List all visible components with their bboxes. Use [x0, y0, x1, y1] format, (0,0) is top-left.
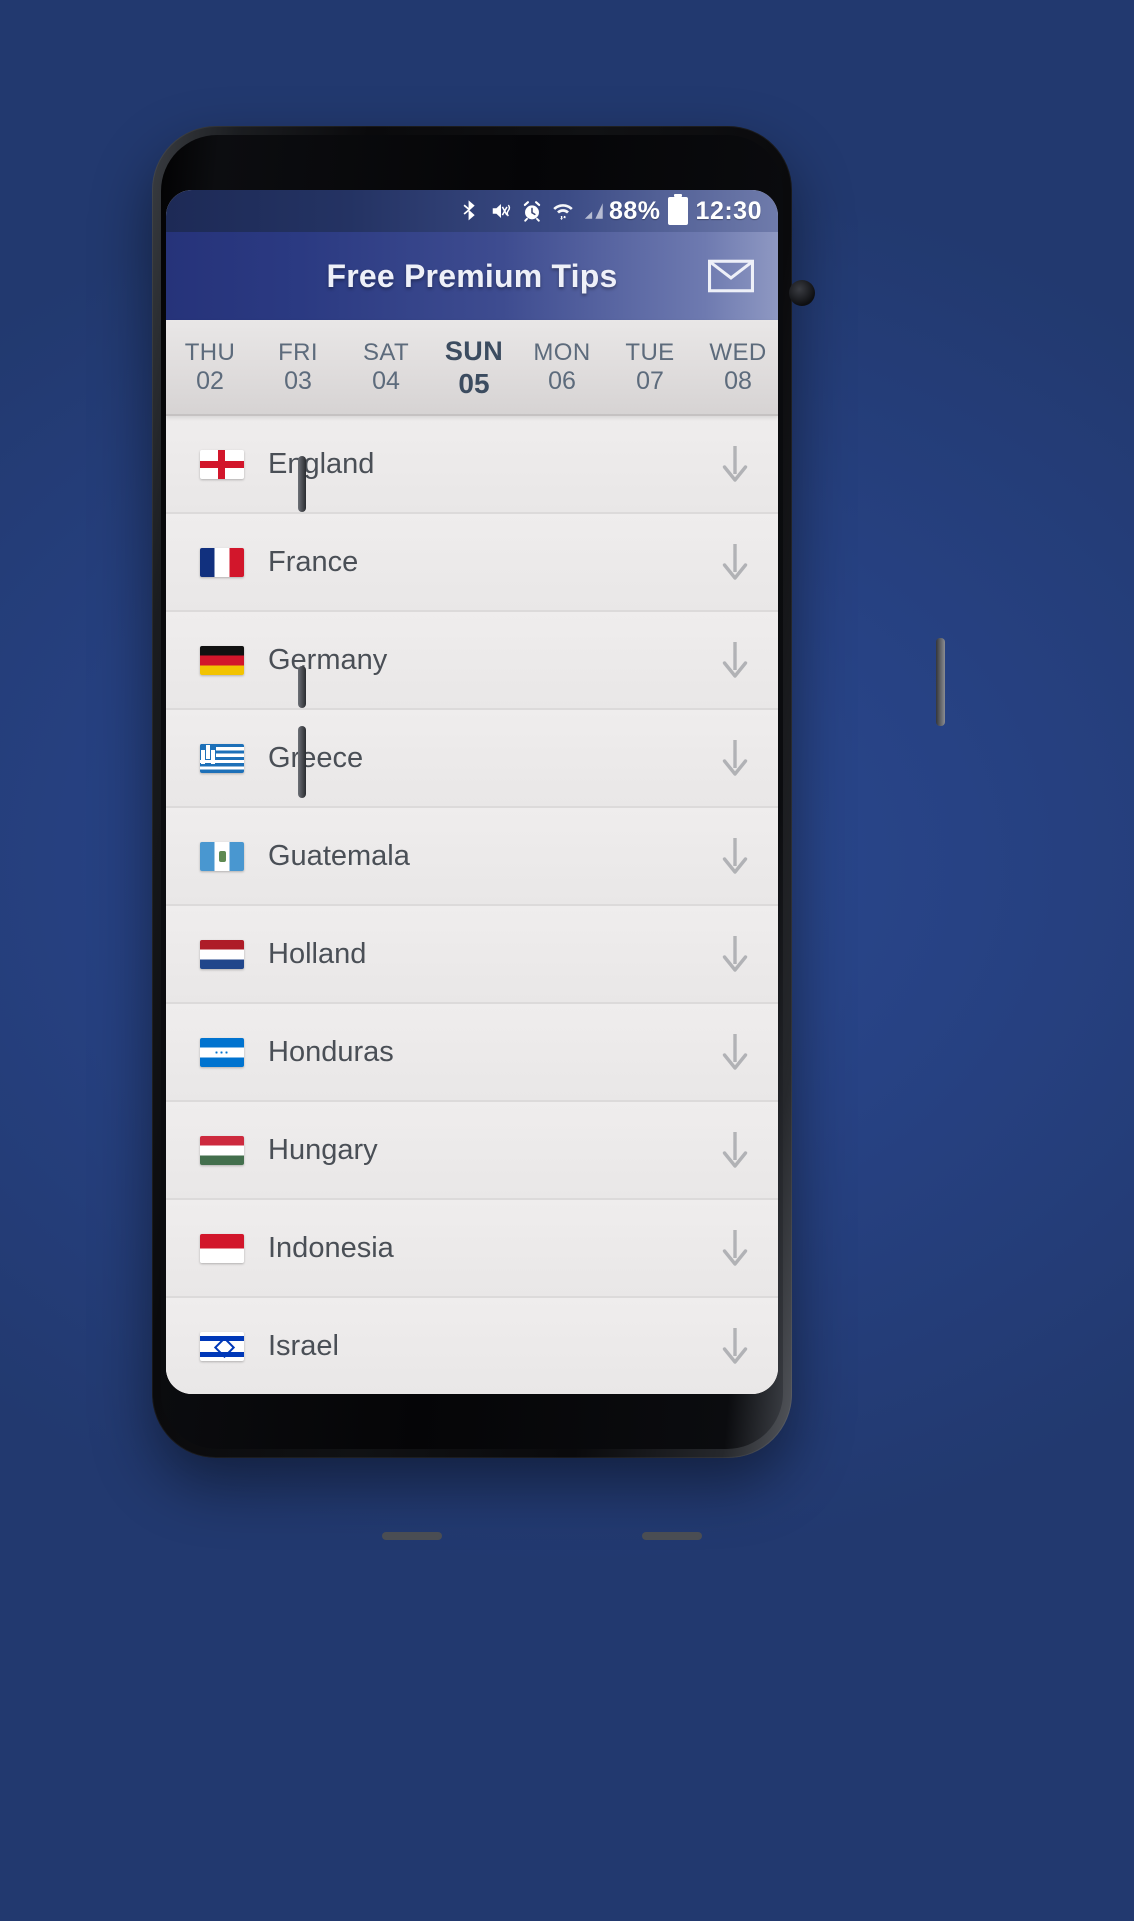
- date-tab-weekday: FRI: [278, 339, 318, 367]
- arrow-down-icon[interactable]: [718, 639, 752, 681]
- wifi-icon: [553, 204, 573, 220]
- date-tab-mon[interactable]: MON 06: [518, 339, 606, 397]
- country-name-label: Holland: [268, 937, 367, 970]
- date-tab-weekday: SAT: [362, 339, 410, 367]
- signal-icon: [584, 203, 603, 219]
- date-tab-weekday: MON: [533, 339, 591, 367]
- country-name-label: France: [268, 545, 359, 578]
- country-list[interactable]: England France Germany Greece Guatemala Holla…: [166, 416, 778, 1394]
- status-bar: 88% 12:30: [166, 190, 778, 232]
- country-name-label: England: [268, 447, 375, 480]
- flag-icon: [200, 645, 244, 675]
- battery-icon: [667, 194, 688, 225]
- flag-icon: [200, 939, 244, 969]
- arrow-down-icon[interactable]: [718, 835, 752, 877]
- volume-down-button[interactable]: [298, 666, 306, 708]
- arrow-down-icon[interactable]: [718, 933, 752, 975]
- date-tab-weekday: THU: [184, 339, 236, 367]
- status-icons-group: [459, 200, 605, 222]
- date-tab-thu[interactable]: THU 02: [166, 339, 254, 397]
- date-tab-weekday: TUE: [625, 339, 675, 367]
- list-item[interactable]: Hungary: [166, 1102, 778, 1200]
- flag-icon: [200, 1135, 244, 1165]
- date-tab-day: 08: [724, 367, 752, 396]
- date-tab-day: 02: [196, 367, 224, 396]
- list-item[interactable]: Germany: [166, 612, 778, 710]
- date-tab-weekday: WED: [709, 339, 767, 367]
- list-item[interactable]: Holland: [166, 906, 778, 1004]
- phone-device: 88% 12:30 Free Premium Tips THU 02 FRI 03 SA…: [152, 126, 945, 1540]
- flag-icon: [200, 1037, 244, 1067]
- date-tab-day: 03: [284, 367, 312, 396]
- alarm-icon: [523, 201, 541, 222]
- list-item[interactable]: Israel: [166, 1298, 778, 1394]
- volume-up-button[interactable]: [298, 456, 306, 512]
- phone-bottom-hardware: [342, 1526, 906, 1578]
- phone-screen: 88% 12:30 Free Premium Tips THU 02 FRI 03 SA…: [166, 190, 778, 1394]
- app-bar: Free Premium Tips: [166, 232, 778, 320]
- list-item[interactable]: Indonesia: [166, 1200, 778, 1298]
- list-item[interactable]: Greece: [166, 710, 778, 808]
- country-name-label: Indonesia: [268, 1231, 394, 1264]
- flag-icon: [200, 743, 244, 773]
- date-tab-day: 06: [548, 367, 576, 396]
- battery-percent-label: 88%: [609, 196, 661, 225]
- country-name-label: Germany: [268, 643, 388, 676]
- country-name-label: Israel: [268, 1329, 339, 1362]
- list-item[interactable]: Guatemala: [166, 808, 778, 906]
- date-tab-sat[interactable]: SAT 04: [342, 339, 430, 397]
- flag-icon: [200, 841, 244, 871]
- date-tab-wed[interactable]: WED 08: [694, 339, 778, 397]
- list-item[interactable]: Honduras: [166, 1004, 778, 1102]
- arrow-down-icon[interactable]: [718, 1227, 752, 1269]
- flag-icon: [200, 1233, 244, 1263]
- date-tab-fri[interactable]: FRI 03: [254, 339, 342, 397]
- country-name-label: Hungary: [268, 1133, 378, 1166]
- arrow-down-icon[interactable]: [718, 443, 752, 485]
- led-indicator-icon: [789, 280, 815, 306]
- bottom-grip-right: [642, 1532, 702, 1540]
- date-tab-weekday: SUN: [444, 335, 504, 366]
- arrow-down-icon[interactable]: [718, 1129, 752, 1171]
- date-tab-tue[interactable]: TUE 07: [606, 339, 694, 397]
- date-tab-day: 04: [372, 367, 400, 396]
- bottom-grip-left: [382, 1532, 442, 1540]
- flag-icon: [200, 1331, 244, 1361]
- date-tab-day: 07: [636, 367, 664, 396]
- date-tabs[interactable]: THU 02 FRI 03 SAT 04 SUN 05 MON 06 TUE 07 WED 08: [166, 320, 778, 416]
- arrow-down-icon[interactable]: [718, 1325, 752, 1367]
- country-name-label: Guatemala: [268, 839, 410, 872]
- bixby-button[interactable]: [298, 726, 306, 798]
- bluetooth-icon: [463, 200, 475, 221]
- power-button[interactable]: [936, 638, 945, 726]
- list-item[interactable]: France: [166, 514, 778, 612]
- list-item[interactable]: England: [166, 416, 778, 514]
- country-name-label: Greece: [268, 741, 364, 774]
- flag-icon: [200, 547, 244, 577]
- flag-icon: [200, 449, 244, 479]
- arrow-down-icon[interactable]: [718, 737, 752, 779]
- arrow-down-icon[interactable]: [718, 541, 752, 583]
- country-name-label: Honduras: [268, 1035, 394, 1068]
- arrow-down-icon[interactable]: [718, 1031, 752, 1073]
- envelope-icon[interactable]: [708, 259, 754, 293]
- clock-label: 12:30: [695, 196, 762, 225]
- mute-vibrate-icon: [492, 204, 511, 218]
- date-tab-sun[interactable]: SUN 05: [430, 336, 518, 401]
- date-tab-day: 05: [458, 368, 490, 400]
- page-title: Free Premium Tips: [326, 257, 618, 294]
